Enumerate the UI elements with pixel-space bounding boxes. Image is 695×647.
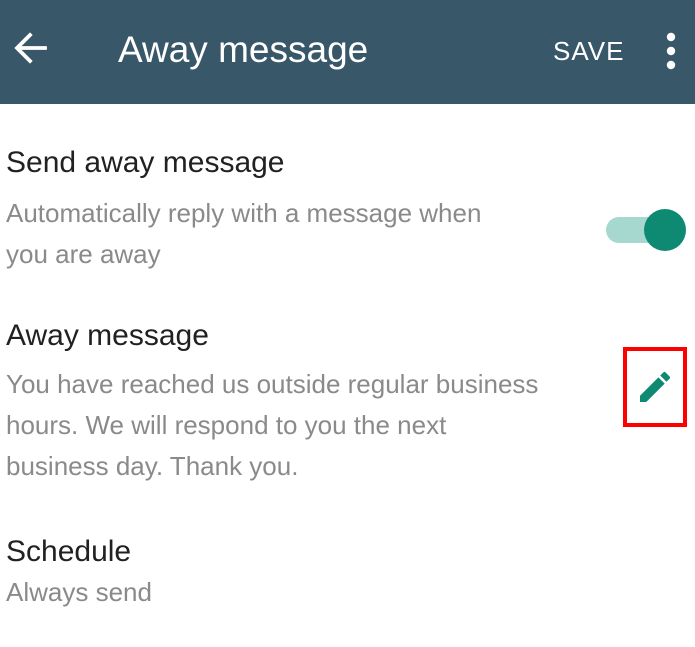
send-away-description-line2: you are away xyxy=(6,239,161,269)
away-message-text-line2: hours. We will respond to you the next xyxy=(6,410,447,440)
back-button[interactable] xyxy=(8,24,52,72)
send-away-description-line1: Automatically reply with a message when xyxy=(6,198,482,228)
pencil-icon xyxy=(640,371,671,402)
schedule-value: Always send xyxy=(6,577,152,607)
app-bar: Away message SAVE xyxy=(0,0,695,104)
more-options-button[interactable] xyxy=(656,26,686,76)
away-message-title: Away message xyxy=(6,319,209,352)
edit-away-message-button[interactable] xyxy=(623,347,687,427)
toggle-thumb xyxy=(644,209,686,251)
away-message-text-line3: business day. Thank you. xyxy=(6,451,299,481)
away-message-text-line1: You have reached us outside regular busi… xyxy=(6,369,539,399)
send-away-toggle[interactable] xyxy=(604,207,688,251)
schedule-title: Schedule xyxy=(6,535,132,568)
arrow-back-icon xyxy=(14,32,47,64)
page-title: Away message xyxy=(118,29,369,70)
more-vert-icon xyxy=(666,32,676,70)
save-button[interactable]: SAVE xyxy=(553,36,624,66)
send-away-title: Send away message xyxy=(6,146,285,179)
